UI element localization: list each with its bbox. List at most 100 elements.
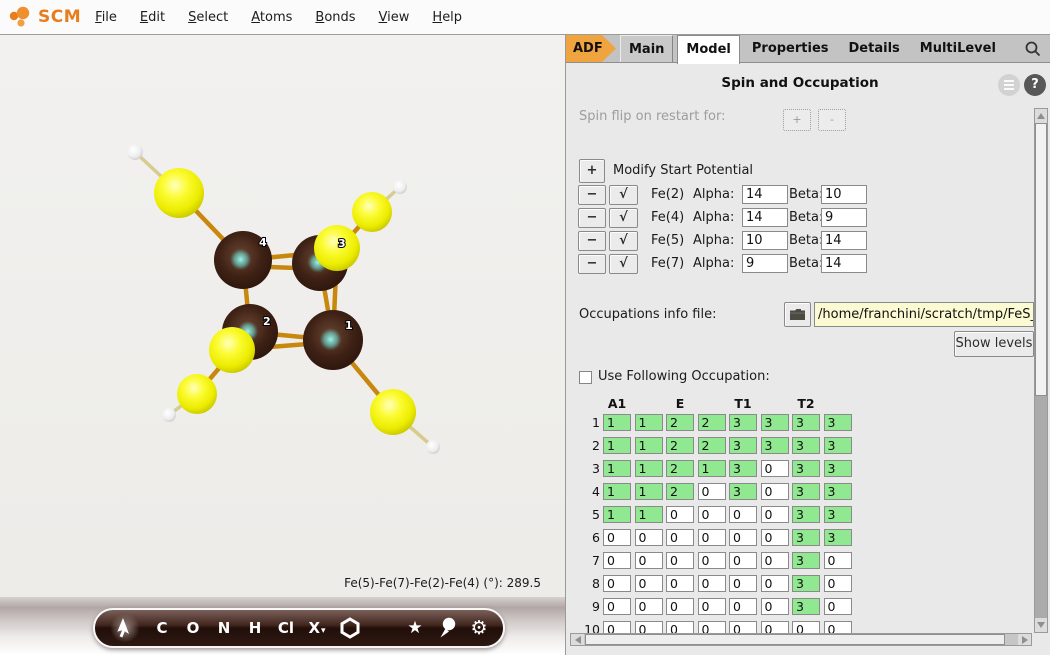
occupation-cell[interactable]: 0 xyxy=(698,575,726,592)
occupation-cell[interactable]: 0 xyxy=(603,575,631,592)
spin-flip-remove-button[interactable]: - xyxy=(818,109,846,131)
occupation-cell[interactable]: 1 xyxy=(603,506,631,523)
check-row-button[interactable]: √ xyxy=(609,254,638,274)
help-icon[interactable]: ? xyxy=(1024,74,1046,96)
search-icon[interactable] xyxy=(1024,40,1042,58)
menu-edit[interactable]: Edit xyxy=(140,10,165,25)
use-occupation-checkbox[interactable] xyxy=(579,371,592,384)
vertical-scrollbar-thumb[interactable] xyxy=(1035,123,1047,396)
occupation-cell[interactable]: 0 xyxy=(824,575,852,592)
occupation-cell[interactable]: 3 xyxy=(792,414,820,431)
occupation-cell[interactable]: 1 xyxy=(698,460,726,477)
occupation-cell[interactable]: 3 xyxy=(792,529,820,546)
occupation-cell[interactable]: 1 xyxy=(635,414,663,431)
occupation-cell[interactable]: 1 xyxy=(603,460,631,477)
occupation-cell[interactable]: 3 xyxy=(824,414,852,431)
show-levels-button[interactable]: Show levels xyxy=(954,331,1034,357)
menu-select[interactable]: Select xyxy=(188,10,228,25)
occupation-cell[interactable]: 1 xyxy=(635,437,663,454)
occupation-cell[interactable]: 3 xyxy=(792,575,820,592)
occupation-cell[interactable]: 2 xyxy=(698,437,726,454)
scroll-down-icon[interactable] xyxy=(1035,618,1047,632)
occupation-cell[interactable]: 2 xyxy=(666,483,694,500)
beta-input[interactable] xyxy=(821,208,867,227)
occupation-cell[interactable]: 3 xyxy=(792,598,820,615)
occupation-cell[interactable]: 3 xyxy=(729,460,757,477)
occupation-cell[interactable]: 0 xyxy=(761,460,789,477)
atom-s[interactable] xyxy=(209,327,255,373)
occupation-cell[interactable]: 2 xyxy=(666,437,694,454)
occupation-cell[interactable]: 3 xyxy=(792,552,820,569)
ring-tool-icon[interactable] xyxy=(339,614,361,642)
settings-tool-icon[interactable]: ⚙ xyxy=(470,614,488,642)
menu-file[interactable]: File xyxy=(95,10,117,25)
beta-input[interactable] xyxy=(821,254,867,273)
tab-multilevel[interactable]: MultiLevel xyxy=(912,35,1004,62)
occupation-cell[interactable]: 3 xyxy=(824,437,852,454)
occupation-cell[interactable]: 0 xyxy=(603,529,631,546)
occupation-cell[interactable]: 0 xyxy=(635,598,663,615)
occupation-cell[interactable]: 0 xyxy=(729,575,757,592)
occupation-cell[interactable]: 0 xyxy=(729,598,757,615)
structure-tool-icon[interactable]: ★ xyxy=(406,614,424,642)
atom-h[interactable] xyxy=(393,180,407,194)
occupation-cell[interactable]: 0 xyxy=(603,598,631,615)
tab-properties[interactable]: Properties xyxy=(744,35,837,62)
occupation-cell[interactable]: 0 xyxy=(761,529,789,546)
pointer-tool-icon[interactable] xyxy=(437,614,457,642)
occupation-cell[interactable]: 3 xyxy=(792,437,820,454)
cursor-tool-icon[interactable] xyxy=(110,614,140,642)
occupation-cell[interactable]: 1 xyxy=(635,506,663,523)
occupation-cell[interactable]: 0 xyxy=(666,575,694,592)
occupation-cell[interactable]: 0 xyxy=(761,483,789,500)
menu-help[interactable]: Help xyxy=(432,10,462,25)
tab-model[interactable]: Model xyxy=(677,35,739,64)
panel-menu-icon[interactable] xyxy=(998,74,1020,96)
scroll-up-icon[interactable] xyxy=(1035,109,1047,123)
occupations-path-input[interactable] xyxy=(814,302,1034,327)
scroll-left-icon[interactable] xyxy=(571,634,584,645)
occupation-cell[interactable]: 0 xyxy=(824,598,852,615)
occupation-cell[interactable]: 3 xyxy=(729,437,757,454)
atom-h[interactable] xyxy=(162,408,176,422)
occupation-cell[interactable]: 0 xyxy=(698,483,726,500)
atom-s[interactable] xyxy=(352,192,392,232)
occupation-cell[interactable]: 2 xyxy=(666,414,694,431)
occupation-cell[interactable]: 1 xyxy=(635,483,663,500)
occupation-cell[interactable]: 0 xyxy=(698,506,726,523)
molecule-viewer[interactable]: 4123 Fe(5)-Fe(7)-Fe(2)-Fe(4) (°): 289.5 … xyxy=(0,35,565,655)
remove-row-button[interactable]: − xyxy=(578,185,606,205)
vertical-scrollbar[interactable] xyxy=(1034,108,1048,633)
atom-h[interactable] xyxy=(127,144,143,160)
alpha-input[interactable] xyxy=(742,231,788,250)
beta-input[interactable] xyxy=(821,185,867,204)
occupation-cell[interactable]: 0 xyxy=(824,552,852,569)
occupation-cell[interactable]: 1 xyxy=(603,437,631,454)
occupation-cell[interactable]: 0 xyxy=(761,552,789,569)
remove-row-button[interactable]: − xyxy=(578,231,606,251)
nitrogen-tool-button[interactable]: N xyxy=(215,614,233,642)
occupation-cell[interactable]: 0 xyxy=(729,506,757,523)
alpha-input[interactable] xyxy=(742,254,788,273)
occupation-cell[interactable]: 0 xyxy=(761,598,789,615)
tab-main[interactable]: Main xyxy=(620,35,673,62)
occupation-cell[interactable]: 0 xyxy=(729,529,757,546)
alpha-input[interactable] xyxy=(742,185,788,204)
atom-h[interactable] xyxy=(426,440,440,454)
occupation-cell[interactable]: 0 xyxy=(666,506,694,523)
occupation-cell[interactable]: 2 xyxy=(666,460,694,477)
occupation-cell[interactable]: 0 xyxy=(666,598,694,615)
occupation-cell[interactable]: 3 xyxy=(761,414,789,431)
menu-view[interactable]: View xyxy=(379,10,410,25)
occupation-cell[interactable]: 2 xyxy=(698,414,726,431)
occupation-cell[interactable]: 0 xyxy=(635,529,663,546)
occupation-cell[interactable]: 0 xyxy=(603,552,631,569)
remove-row-button[interactable]: − xyxy=(578,254,606,274)
occupation-cell[interactable]: 3 xyxy=(824,529,852,546)
atom-s[interactable] xyxy=(370,389,416,435)
menu-bonds[interactable]: Bonds xyxy=(315,10,355,25)
add-potential-button[interactable]: + xyxy=(579,159,605,183)
atom-s[interactable] xyxy=(177,374,217,414)
beta-input[interactable] xyxy=(821,231,867,250)
occupation-cell[interactable]: 0 xyxy=(698,598,726,615)
